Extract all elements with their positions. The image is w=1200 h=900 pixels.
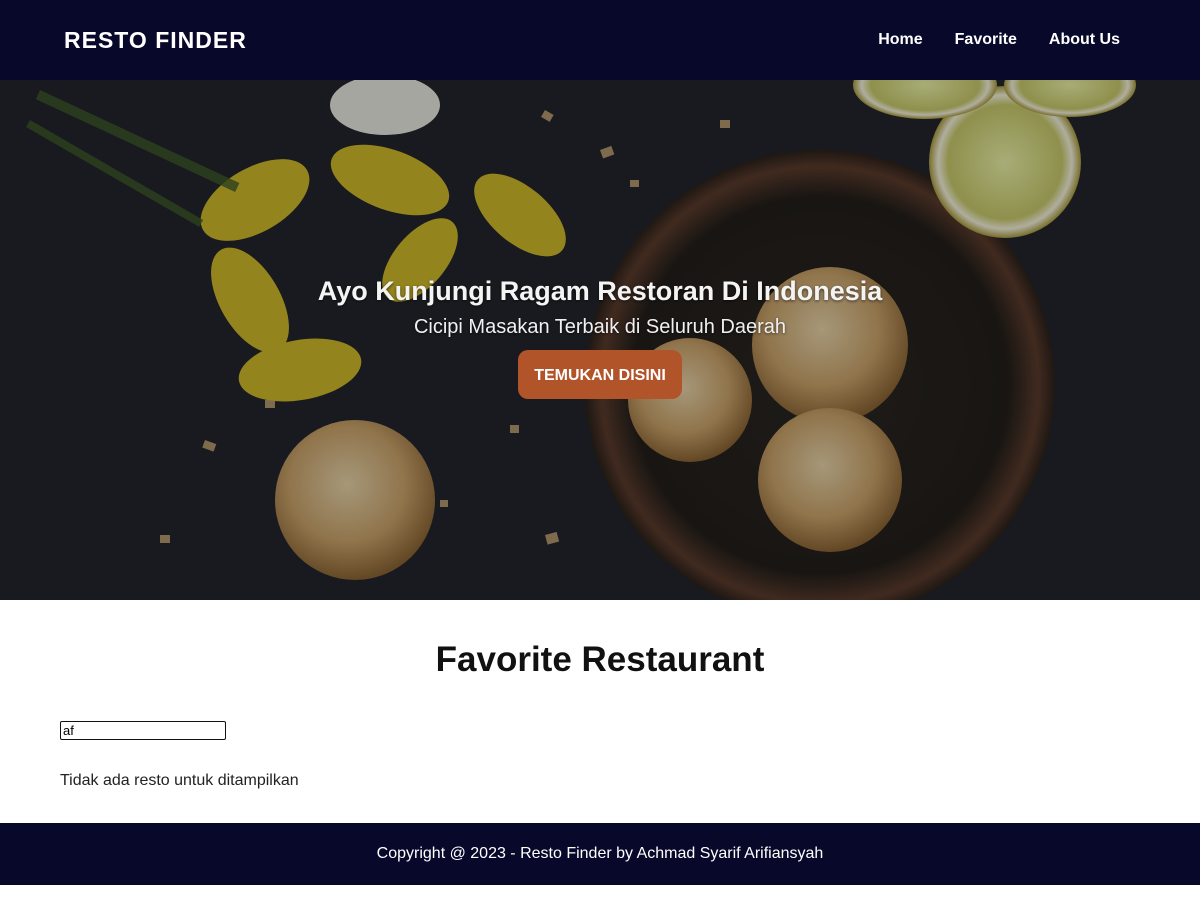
nav-link-favorite[interactable]: Favorite — [955, 30, 1017, 50]
search-input[interactable] — [60, 721, 226, 740]
hero-title: Ayo Kunjungi Ragam Restoran Di Indonesia — [317, 276, 883, 306]
app-header: RESTO FINDER Home Favorite About Us — [0, 0, 1200, 80]
hero-banner: Ayo Kunjungi Ragam Restoran Di Indonesia… — [0, 80, 1200, 600]
nav-link-home[interactable]: Home — [878, 30, 922, 50]
empty-state-message: Tidak ada resto untuk ditampilkan — [60, 772, 299, 789]
copyright-text: Copyright @ 2023 - Resto Finder by Achma… — [376, 845, 824, 862]
page-title: Favorite Restaurant — [435, 640, 765, 679]
nav-link-about-us[interactable]: About Us — [1049, 30, 1120, 50]
main-nav: Home Favorite About Us — [878, 30, 1120, 50]
find-here-button[interactable]: TEMUKAN DISINI — [518, 350, 682, 399]
brand-logo-text[interactable]: RESTO FINDER — [64, 26, 247, 54]
hero-subtitle: Cicipi Masakan Terbaik di Seluruh Daerah — [413, 316, 787, 338]
app-footer: Copyright @ 2023 - Resto Finder by Achma… — [0, 823, 1200, 885]
hero-overlay — [0, 80, 1200, 600]
